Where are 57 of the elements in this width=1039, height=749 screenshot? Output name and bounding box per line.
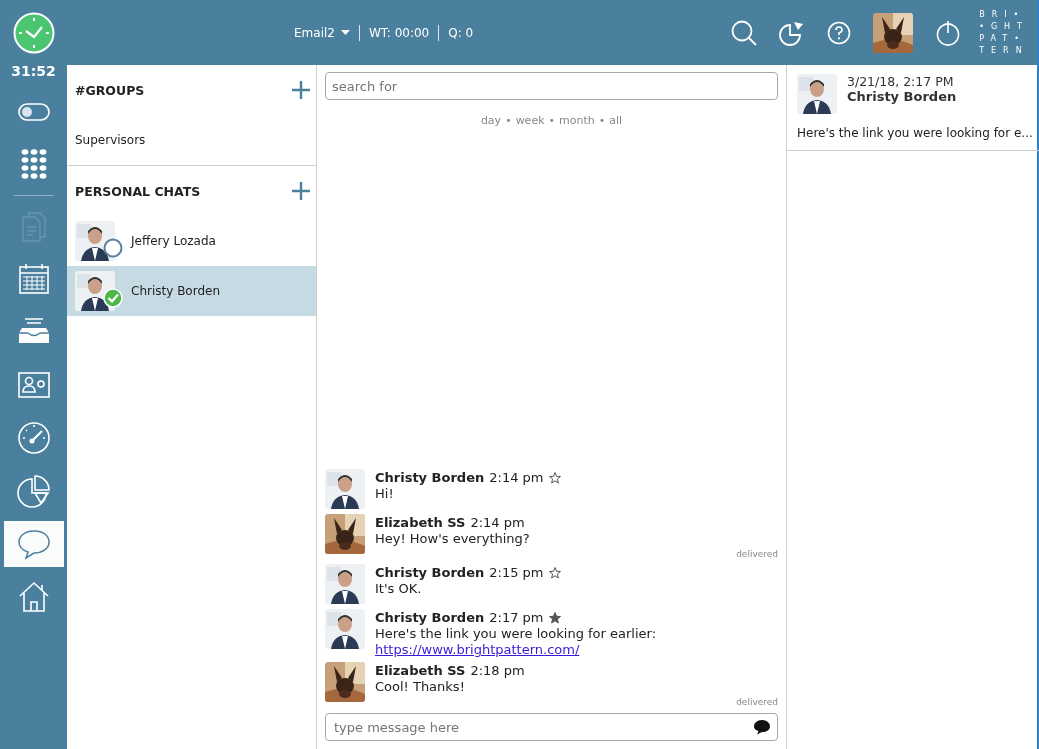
help-icon[interactable] — [827, 20, 852, 45]
author-name: Christy Borden — [375, 565, 485, 580]
logo-text: •GHT — [979, 20, 1029, 33]
filter-link[interactable]: all — [609, 114, 623, 127]
power-icon[interactable] — [935, 19, 962, 46]
caret-icon — [340, 30, 350, 35]
wait-time: WT: 00:00 — [368, 25, 430, 40]
queue-count: Q: 0 — [448, 25, 474, 40]
message-time: 2:14 pm — [470, 515, 525, 530]
filter-link[interactable]: month — [559, 114, 595, 127]
contact-item[interactable]: Jeffery Lozada — [67, 216, 316, 266]
message-text: It's OK. — [375, 580, 423, 597]
timer: 31:52 — [11, 62, 56, 81]
star-icon[interactable] — [548, 611, 561, 624]
filter-link[interactable]: day — [480, 114, 502, 127]
filter-link[interactable]: week — [515, 114, 545, 127]
message-link[interactable]: https://www.brightpattern.com/ — [375, 642, 580, 657]
logo-text: TERN — [979, 44, 1029, 57]
plus-icon[interactable] — [292, 81, 310, 99]
author-name: Christy Borden — [375, 470, 485, 485]
message-time: 2:15 pm — [489, 565, 544, 580]
search-icon[interactable] — [731, 19, 758, 46]
message-text: Cool! Thanks! — [375, 678, 466, 695]
star-icon[interactable] — [548, 471, 561, 484]
author-name: Elizabeth SS — [375, 663, 466, 678]
pie-chart-icon[interactable] — [779, 19, 806, 46]
recent-chat-item[interactable]: 3/21/18, 2:17 PM Christy Borden Here's the link you were looking for e... — [787, 65, 1039, 151]
logo-text: BRI• — [979, 8, 1027, 21]
send-chat-icon[interactable] — [753, 719, 771, 735]
separator-dot: • — [548, 114, 556, 127]
author-name: Elizabeth SS — [375, 515, 466, 530]
message-field[interactable]: type message here — [325, 713, 778, 741]
message-text: Hi! — [375, 485, 395, 502]
contact-item[interactable]: Christy Borden — [67, 266, 316, 316]
message-time: 2:14 pm — [489, 470, 544, 485]
plus-icon[interactable] — [292, 182, 310, 200]
message-time: 2:18 pm — [470, 663, 525, 678]
separator-dot: • — [598, 114, 606, 127]
author-name: Christy Borden — [375, 610, 485, 625]
message-time: 2:17 pm — [489, 610, 544, 625]
queue-dropdown[interactable]: Email2 — [294, 25, 350, 40]
nav-item[interactable] — [3, 521, 64, 567]
delivery-status: delivered — [736, 697, 778, 707]
star-icon[interactable] — [548, 566, 561, 579]
search-field[interactable]: search for — [325, 72, 778, 100]
message-text: Hey! How's everything? — [375, 530, 531, 547]
message-text: Here's the link you were looking for earlier: — [375, 625, 658, 642]
logo-text: PAT• — [979, 32, 1027, 45]
contact-name: Christy Borden — [847, 89, 957, 104]
section-title: #GROUPS — [75, 82, 145, 98]
clock-icon — [12, 11, 55, 54]
message-preview: Here's the link you were looking for e... — [797, 126, 1033, 140]
separator-dot: • — [505, 114, 512, 127]
delivery-status: delivered — [736, 549, 778, 559]
chat-date: 3/21/18, 2:17 PM — [847, 74, 955, 89]
group-item[interactable]: Supervisors — [67, 115, 316, 166]
section-title: PERSONAL CHATS — [75, 183, 201, 199]
